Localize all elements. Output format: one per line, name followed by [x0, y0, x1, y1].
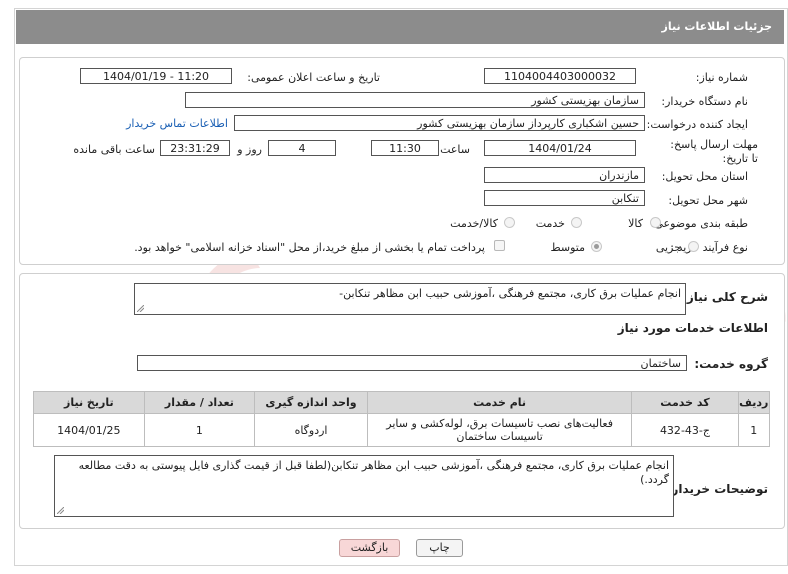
need-number-field[interactable]: 1104004403000032: [484, 68, 636, 84]
remaining-label: ساعت باقی مانده: [73, 143, 155, 156]
services-section-title: اطلاعات خدمات مورد نیاز: [617, 321, 768, 335]
province-label: استان محل تحویل:: [661, 170, 748, 183]
col-unit: واحد اندازه گیری: [254, 391, 368, 414]
process-minor-radio[interactable]: [688, 241, 699, 252]
services-table: ردیف کد خدمت نام خدمت واحد اندازه گیری ت…: [33, 391, 771, 447]
page-header: جزئیات اطلاعات نیاز: [16, 10, 784, 44]
cell-service-name: فعالیت‌های نصب تاسیسات برق، لوله‌کشی و س…: [366, 413, 633, 447]
deadline-date-field[interactable]: 1404/01/24: [484, 140, 636, 156]
category-service-radio[interactable]: [571, 217, 582, 228]
city-field[interactable]: تنکابن: [484, 190, 645, 206]
back-button[interactable]: بازگشت: [339, 539, 400, 557]
buyer-org-field[interactable]: سازمان بهزیستی کشور: [185, 92, 645, 108]
need-number-label: شماره نیاز:: [695, 71, 748, 84]
col-service-code: کد خدمت: [631, 391, 739, 414]
cell-row-number: 1: [737, 413, 771, 447]
remaining-time-field[interactable]: 23:31:29: [160, 140, 230, 156]
category-goods-label: کالا: [628, 217, 643, 230]
city-label: شهر محل تحویل:: [668, 194, 748, 207]
days-field[interactable]: 4: [268, 140, 336, 156]
process-minor-label: جزیی: [655, 241, 681, 254]
col-service-name: نام خدمت: [366, 391, 633, 414]
category-goods-service-label: کالا/خدمت: [450, 217, 498, 230]
cell-need-date: 1404/01/25: [33, 413, 145, 447]
resize-grip-icon: [137, 305, 144, 312]
treasury-payment-text: پرداخت تمام یا بخشی از مبلغ خرید،از محل …: [134, 241, 485, 254]
service-group-label: گروه خدمت:: [694, 357, 768, 371]
treasury-payment-checkbox[interactable]: [494, 240, 505, 251]
resize-grip-icon: [57, 507, 64, 514]
process-medium-radio[interactable]: [591, 241, 602, 252]
summary-text: انجام عملیات برق کاری، مجتمع فرهنگی ،آمو…: [339, 287, 681, 300]
service-group-field[interactable]: ساختمان: [137, 355, 687, 371]
days-label: روز و: [237, 143, 262, 156]
table-header-row: ردیف کد خدمت نام خدمت واحد اندازه گیری ت…: [33, 391, 771, 414]
category-service-label: خدمت: [535, 217, 565, 230]
table-row: 1 ج-43-432 فعالیت‌های نصب تاسیسات برق، ل…: [33, 413, 771, 447]
announce-field[interactable]: 1404/01/19 - 11:20: [80, 68, 232, 84]
buyer-org-label: نام دستگاه خریدار:: [661, 95, 748, 108]
summary-label: شرح کلی نیاز:: [682, 290, 768, 304]
buyer-notes-label: توضیحات خریدار:: [666, 482, 768, 496]
summary-textarea[interactable]: انجام عملیات برق کاری، مجتمع فرهنگی ،آمو…: [134, 283, 686, 315]
col-need-date: تاریخ نیاز: [33, 391, 145, 414]
creator-label: ایجاد کننده درخواست:: [646, 118, 748, 131]
cell-unit: اردوگاه: [254, 413, 368, 447]
deadline-label: مهلت ارسال پاسخ: تا تاریخ:: [670, 138, 758, 165]
category-goods-radio[interactable]: [650, 217, 661, 228]
contact-buyer-link[interactable]: اطلاعات تماس خریدار: [126, 117, 228, 130]
time-label: ساعت: [440, 143, 470, 156]
print-button[interactable]: چاپ: [416, 539, 463, 557]
buyer-notes-textarea[interactable]: انجام عملیات برق کاری، مجتمع فرهنگی ،آمو…: [54, 455, 674, 517]
cell-service-code: ج-43-432: [631, 413, 739, 447]
page-title: جزئیات اطلاعات نیاز: [661, 20, 773, 33]
province-field[interactable]: مازندران: [484, 167, 645, 183]
deadline-time-field[interactable]: 11:30: [371, 140, 439, 156]
col-quantity: تعداد / مقدار: [143, 391, 256, 414]
buyer-notes-text: انجام عملیات برق کاری، مجتمع فرهنگی ،آمو…: [78, 459, 669, 486]
category-label: طبقه بندی موضوعی:: [650, 217, 748, 230]
creator-field[interactable]: حسین اشکباری کارپرداز سازمان بهزیستی کشو…: [234, 115, 645, 131]
process-medium-label: متوسط: [550, 241, 585, 254]
category-goods-service-radio[interactable]: [504, 217, 515, 228]
col-row-number: ردیف: [737, 391, 771, 414]
process-label: نوع فرآیند خرید :: [670, 241, 748, 254]
cell-quantity: 1: [143, 413, 256, 447]
announce-label: تاریخ و ساعت اعلان عمومی:: [247, 71, 380, 84]
